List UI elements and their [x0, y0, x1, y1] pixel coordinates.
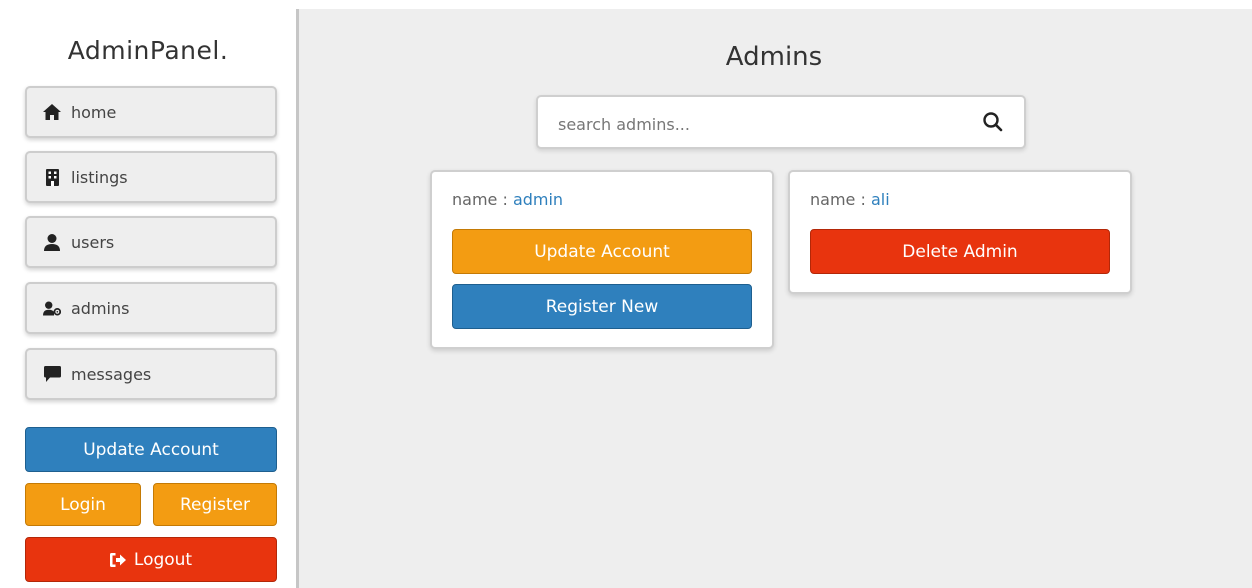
- page-title: Admins: [725, 42, 823, 72]
- admin-card: name : ali Delete Admin: [788, 170, 1132, 294]
- home-icon: [43, 103, 61, 121]
- logout-button[interactable]: Logout: [25, 537, 277, 582]
- top-strip: [0, 0, 1252, 9]
- user-icon: [43, 233, 61, 251]
- name-label: name :: [810, 190, 871, 209]
- register-new-button[interactable]: Register New: [452, 284, 752, 329]
- search-input[interactable]: [556, 109, 960, 139]
- sign-out-icon: [109, 552, 126, 567]
- sidebar-item-label: home: [71, 102, 117, 122]
- login-button[interactable]: Login: [25, 483, 141, 526]
- name-label: name :: [452, 190, 513, 209]
- sidebar-update-account-button[interactable]: Update Account: [25, 427, 277, 472]
- delete-admin-button[interactable]: Delete Admin: [810, 229, 1110, 274]
- logout-label: Logout: [133, 549, 193, 570]
- name-value: admin: [512, 190, 564, 209]
- sidebar-item-listings[interactable]: listings: [25, 151, 277, 203]
- sidebar-item-label: messages: [71, 364, 152, 384]
- comment-icon: [43, 365, 61, 383]
- sidebar: AdminPanel. home listings users admins m…: [0, 9, 299, 588]
- building-icon: [43, 168, 61, 186]
- sidebar-item-label: admins: [71, 298, 130, 318]
- app-logo: AdminPanel.: [67, 36, 229, 65]
- admin-name: name : ali: [810, 190, 890, 209]
- update-account-button[interactable]: Update Account: [452, 229, 752, 274]
- admin-name: name : admin: [452, 190, 563, 209]
- search-icon[interactable]: [982, 111, 1004, 133]
- sidebar-item-admins[interactable]: admins: [25, 282, 277, 334]
- search-box: [536, 95, 1026, 149]
- register-button[interactable]: Register: [153, 483, 277, 526]
- user-cog-icon: [43, 299, 61, 317]
- sidebar-item-home[interactable]: home: [25, 86, 277, 138]
- sidebar-item-label: listings: [71, 167, 128, 187]
- name-value: ali: [870, 190, 890, 209]
- admin-card: name : admin Update Account Register New: [430, 170, 774, 349]
- sidebar-item-messages[interactable]: messages: [25, 348, 277, 400]
- sidebar-item-label: users: [71, 232, 115, 252]
- sidebar-item-users[interactable]: users: [25, 216, 277, 268]
